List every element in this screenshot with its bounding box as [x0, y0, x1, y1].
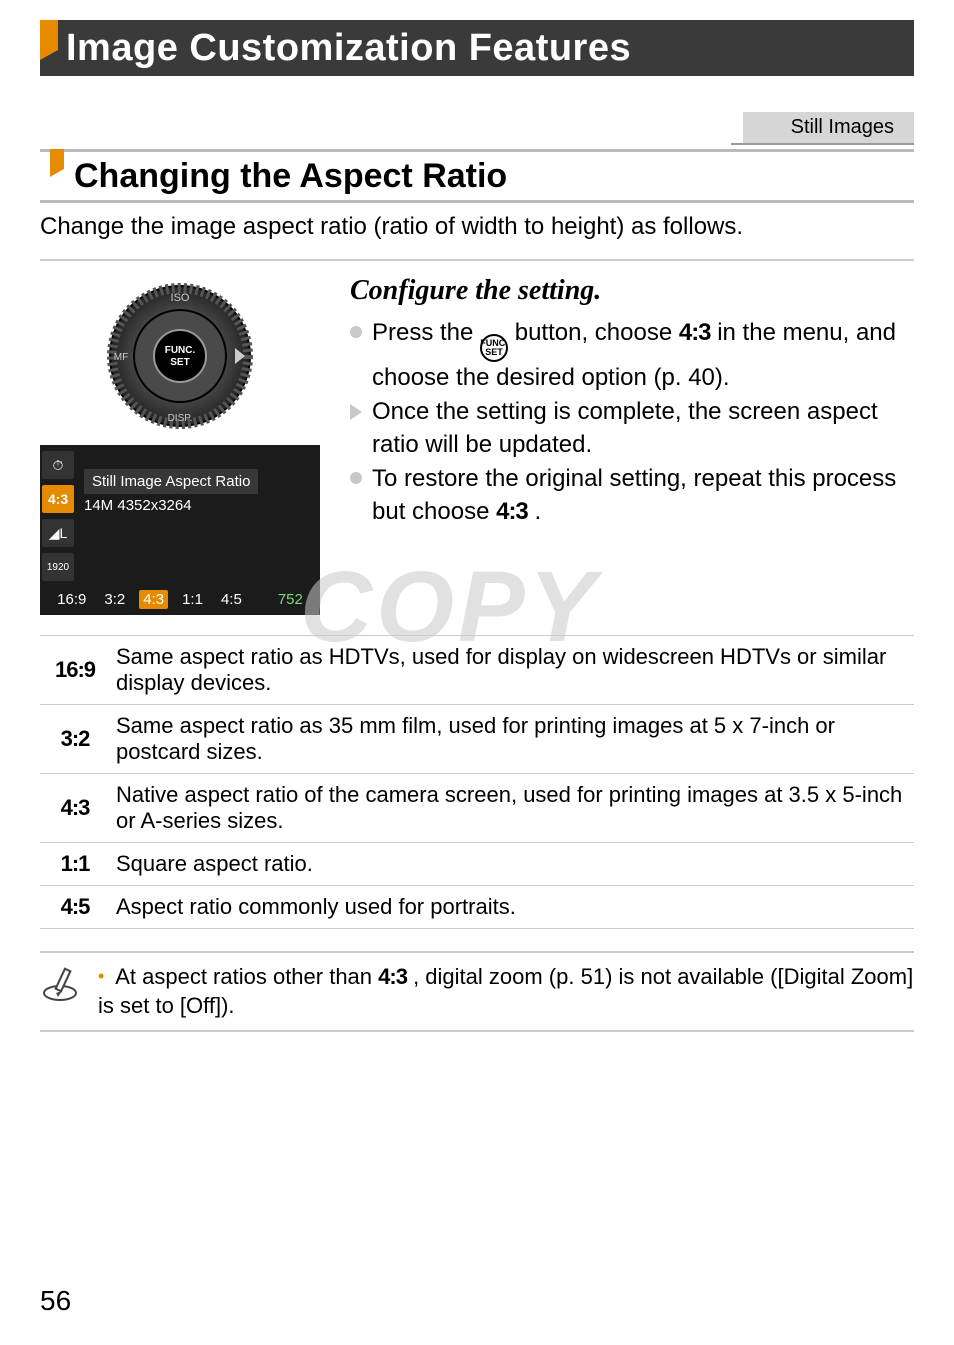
- bullet-2: Once the setting is complete, the screen…: [350, 396, 914, 461]
- screen-menu-label: Still Image Aspect Ratio: [84, 469, 258, 494]
- ratio-16-9-desc: Same aspect ratio as HDTVs, used for dis…: [110, 636, 914, 705]
- screen-option-row: 16:9 3:2 4:3 1:1 4:5 752: [40, 590, 320, 609]
- b1-text-b: button, choose: [515, 319, 679, 346]
- screen-icon-ratio-selected: 4:3: [42, 485, 74, 513]
- b3-text-a: To restore the original setting, repeat …: [372, 465, 896, 524]
- b3-text-b: .: [534, 498, 541, 525]
- opt-4-5: 4:5: [217, 590, 246, 609]
- orange-tab-decoration: [40, 20, 58, 50]
- bullet-1: Press the FUNC.SET button, choose 4:3 in…: [350, 317, 914, 394]
- section-orange-tab: [50, 149, 64, 169]
- b1-ratio: 4:3: [679, 319, 711, 346]
- opt-16-9: 16:9: [53, 590, 90, 609]
- step-heading: Configure the setting.: [350, 275, 914, 307]
- b1-text-a: Press the: [372, 319, 480, 346]
- still-images-tag: Still Images: [731, 112, 914, 145]
- screen-resolution-label: 14M 4352x3264: [84, 497, 192, 514]
- screen-icon-timer: ⏱: [42, 451, 74, 479]
- ratio-4-3-label: 4:3: [40, 774, 110, 843]
- bullet-3: To restore the original setting, repeat …: [350, 463, 914, 528]
- note-ratio: 4:3: [378, 964, 407, 989]
- ratio-1-1-desc: Square aspect ratio.: [110, 843, 914, 886]
- ratio-4-3-desc: Native aspect ratio of the camera screen…: [110, 774, 914, 843]
- table-row: 16:9 Same aspect ratio as HDTVs, used fo…: [40, 636, 914, 705]
- tag-row: Still Images: [40, 112, 914, 145]
- ratio-3-2-label: 3:2: [40, 705, 110, 774]
- table-row: 4:3 Native aspect ratio of the camera sc…: [40, 774, 914, 843]
- section-heading: Changing the Aspect Ratio: [40, 149, 914, 203]
- b3-ratio: 4:3: [496, 498, 528, 525]
- table-row: 3:2 Same aspect ratio as 35 mm film, use…: [40, 705, 914, 774]
- table-row: 1:1 Square aspect ratio.: [40, 843, 914, 886]
- intro-text: Change the image aspect ratio (ratio of …: [40, 213, 914, 241]
- orange-bullet-icon: •: [98, 966, 104, 986]
- opt-4-3: 4:3: [139, 590, 168, 609]
- dial-center-top: FUNC.: [165, 345, 196, 356]
- table-row: 4:5 Aspect ratio commonly used for portr…: [40, 886, 914, 929]
- instruction-column: Configure the setting. Press the FUNC.SE…: [350, 275, 914, 615]
- divider: [40, 259, 914, 261]
- control-dial-illustration: ISO DISP. MF FUNC. SET: [40, 275, 320, 445]
- chapter-title: Image Customization Features: [66, 27, 631, 70]
- gray-dot-icon: [350, 326, 362, 338]
- camera-screen-illustration: ⏱ 4:3 ◢L 1920 Still Image Aspect Ratio 1…: [40, 445, 320, 615]
- pencil-note-icon: [40, 963, 80, 1008]
- dial-top-label: ISO: [171, 292, 190, 304]
- note-box: • At aspect ratios other than 4:3 , digi…: [40, 951, 914, 1032]
- ratio-16-9-label: 16:9: [40, 636, 110, 705]
- aspect-ratio-table: 16:9 Same aspect ratio as HDTVs, used fo…: [40, 635, 914, 929]
- opt-1-1: 1:1: [178, 590, 207, 609]
- note-a: At aspect ratios other than: [115, 964, 378, 989]
- chapter-bar: Image Customization Features: [40, 20, 914, 76]
- note-text: • At aspect ratios other than 4:3 , digi…: [98, 963, 914, 1020]
- shots-remaining: 752: [274, 590, 307, 609]
- dial-center-bottom: SET: [170, 357, 189, 368]
- illustration-column: ISO DISP. MF FUNC. SET ⏱ 4:3 ◢L 1920 S: [40, 275, 320, 615]
- dial-bottom-label: DISP.: [168, 413, 193, 424]
- opt-3-2: 3:2: [100, 590, 129, 609]
- func-set-icon: FUNC.SET: [480, 334, 508, 362]
- ratio-1-1-label: 1:1: [40, 843, 110, 886]
- section-title: Changing the Aspect Ratio: [74, 157, 507, 196]
- b2-text: Once the setting is complete, the screen…: [372, 396, 914, 461]
- ratio-4-5-label: 4:5: [40, 886, 110, 929]
- dial-left-label: MF: [114, 352, 128, 363]
- screen-icon-video: 1920: [42, 553, 74, 581]
- ratio-3-2-desc: Same aspect ratio as 35 mm film, used fo…: [110, 705, 914, 774]
- gray-triangle-icon: [350, 404, 362, 420]
- ratio-4-5-desc: Aspect ratio commonly used for portraits…: [110, 886, 914, 929]
- screen-icon-size: ◢L: [42, 519, 74, 547]
- page-number: 56: [40, 1285, 71, 1317]
- step-row: ISO DISP. MF FUNC. SET ⏱ 4:3 ◢L 1920 S: [40, 275, 914, 615]
- gray-dot-icon: [350, 472, 362, 484]
